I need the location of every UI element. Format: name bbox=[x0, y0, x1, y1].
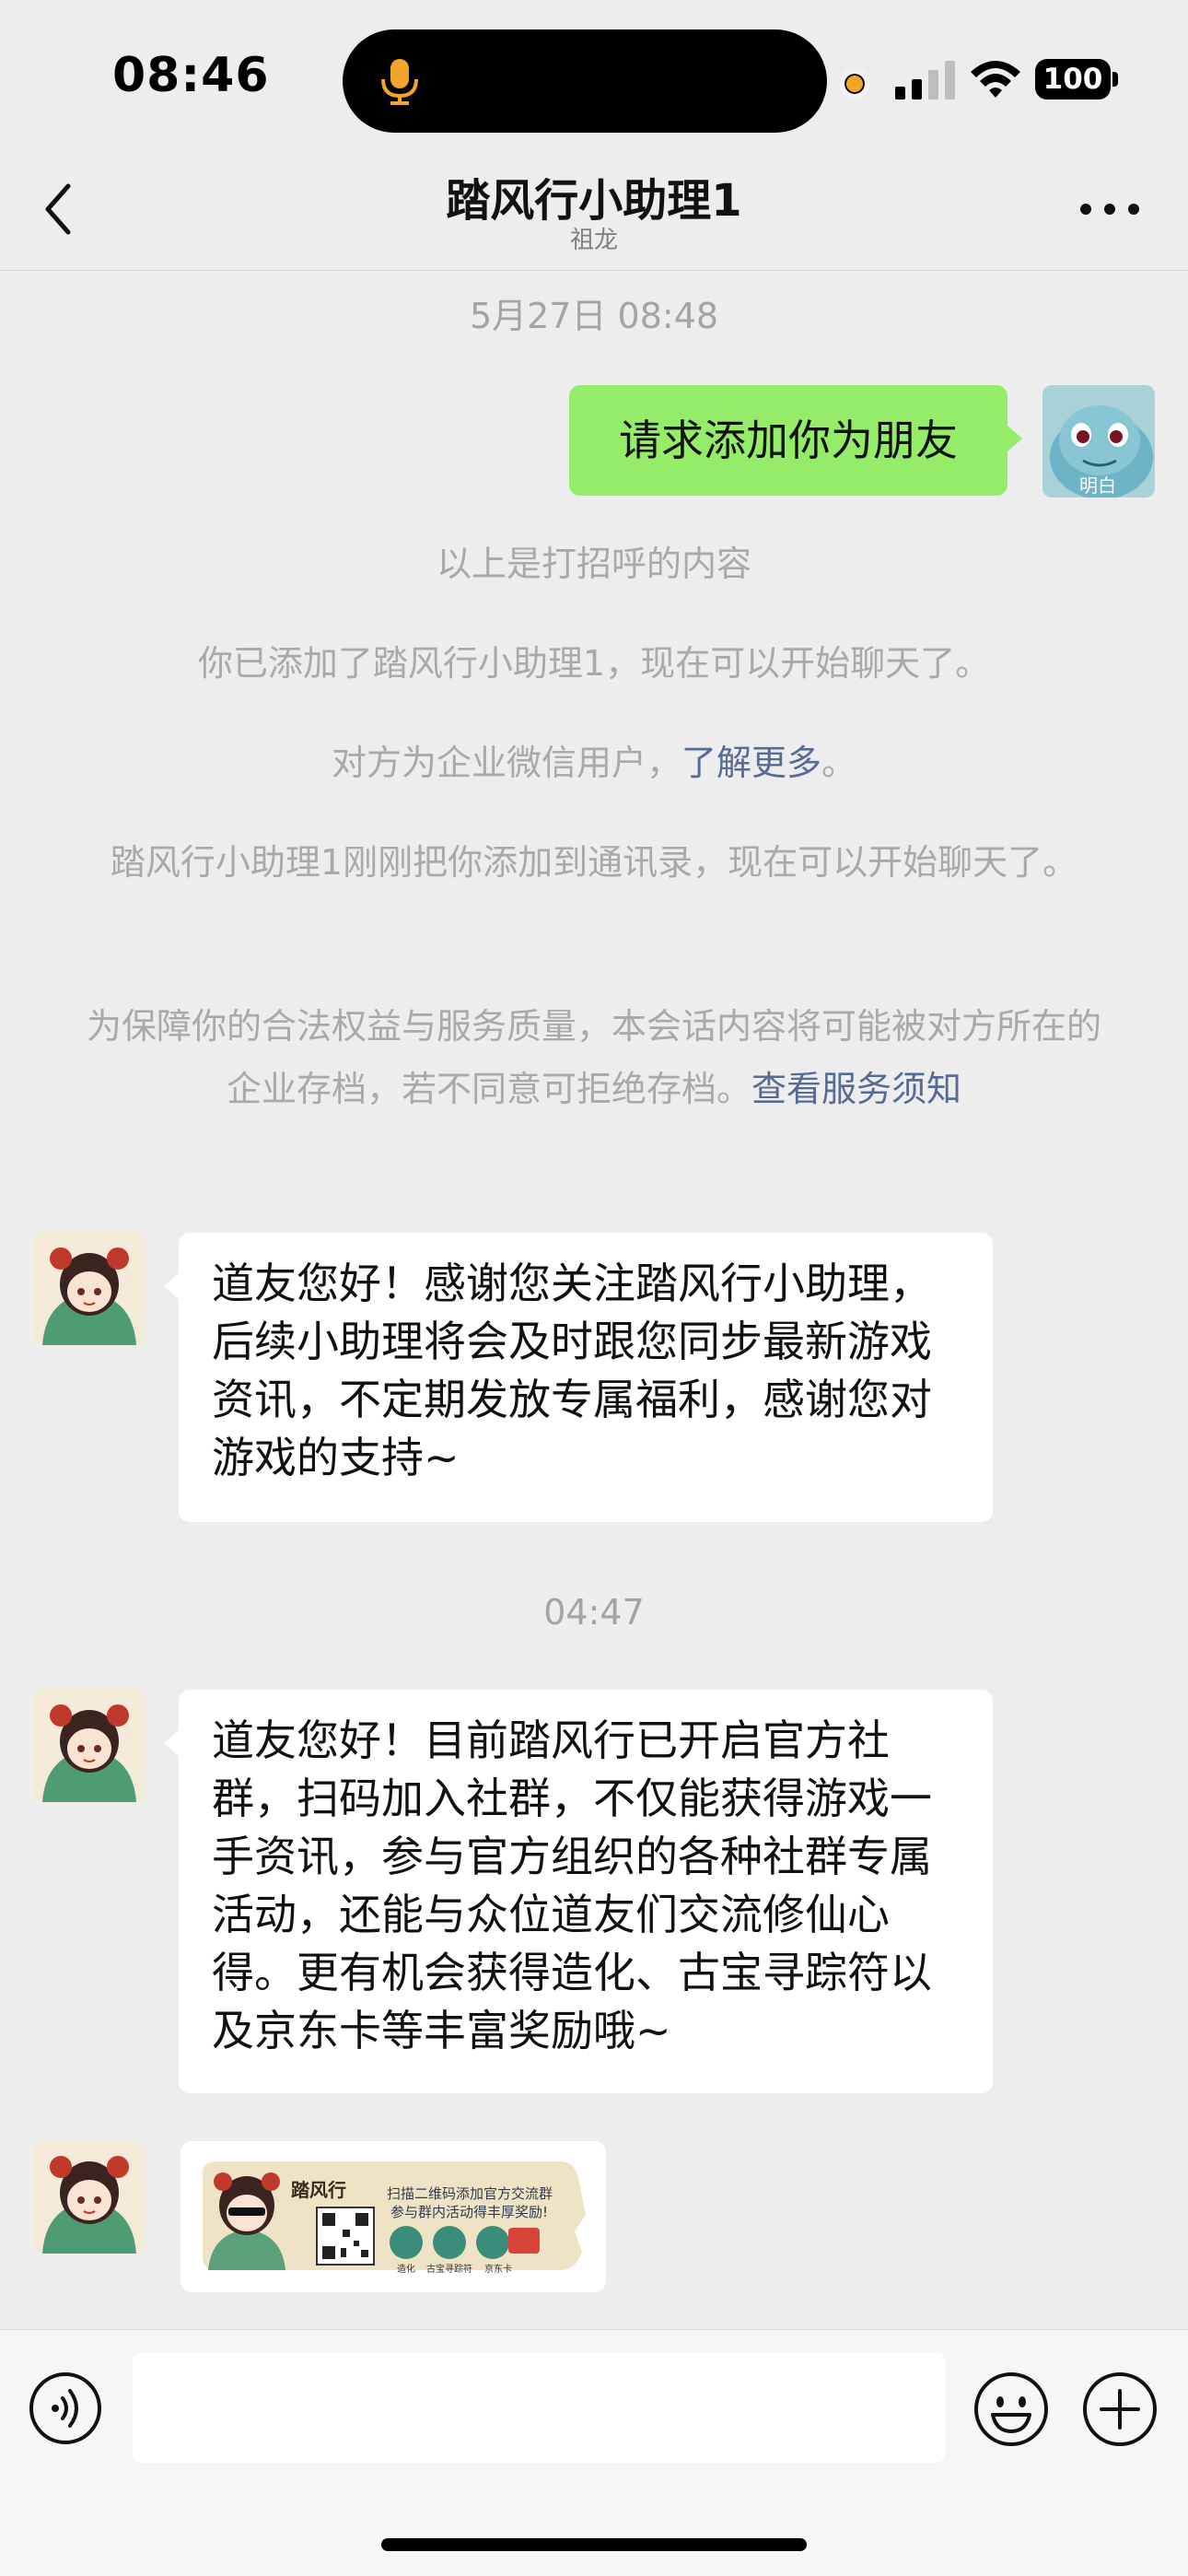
badge-3: 京东卡 bbox=[484, 2263, 512, 2275]
chat-screen: 08:46 100 踏风行小助理1 祖龙 5月27日 08:48 请求添加你为朋… bbox=[0, 0, 1188, 2576]
system-message-added: 你已添加了踏风行小助理1，现在可以开始聊天了。 bbox=[197, 643, 991, 684]
contact-avatar[interactable] bbox=[33, 2141, 146, 2254]
card-logo: 踏风行 bbox=[291, 2179, 346, 2201]
enterprise-text-end: 。 bbox=[821, 743, 857, 783]
microphone-icon bbox=[381, 59, 418, 105]
service-terms-link[interactable]: 查看服务须知 bbox=[751, 1069, 961, 1109]
chat-title: 踏风行小助理1 bbox=[446, 175, 742, 227]
my-avatar[interactable]: 明白 bbox=[1042, 385, 1155, 498]
qr-code bbox=[316, 2207, 375, 2266]
wifi-icon bbox=[971, 61, 1020, 98]
card-line-2: 参与群内活动得丰厚奖励! bbox=[390, 2204, 548, 2220]
outgoing-message-bubble[interactable]: 请求添加你为朋友 bbox=[569, 385, 1007, 496]
more-icon[interactable] bbox=[1077, 199, 1142, 219]
badge-1: 造化 bbox=[397, 2263, 415, 2275]
card-line-1: 扫描二维码添加官方交流群 bbox=[387, 2185, 553, 2202]
enterprise-text: 对方为企业微信用户， bbox=[331, 743, 681, 783]
message-timestamp: 04:47 bbox=[543, 1592, 645, 1633]
dynamic-island bbox=[343, 29, 827, 133]
bubble-tail bbox=[164, 1273, 179, 1299]
system-message-greeting: 以上是打招呼的内容 bbox=[436, 544, 751, 584]
bubble-tail bbox=[164, 1730, 179, 1756]
contact-avatar[interactable] bbox=[33, 1690, 146, 1802]
incoming-message-bubble[interactable]: 道友您好！目前踏风行已开启官方社群，扫码加入社群，不仅能获得游戏一手资讯，参与官… bbox=[179, 1690, 993, 2093]
plus-icon[interactable] bbox=[1081, 2371, 1159, 2448]
message-input[interactable] bbox=[133, 2352, 945, 2463]
learn-more-link[interactable]: 了解更多 bbox=[681, 743, 821, 783]
home-indicator bbox=[381, 2538, 807, 2551]
battery-tip bbox=[1112, 72, 1118, 87]
image-message[interactable]: 踏风行 扫描二维码添加官方交流群 参与群内活动得丰厚奖励! 造化 古宝寻踪符 京… bbox=[181, 2141, 606, 2292]
system-message-archive: 为保障你的合法权益与服务质量，本会话内容将可能被对方所在的企业存档，若不同意可拒… bbox=[83, 995, 1105, 1120]
badge-2: 古宝寻踪符 bbox=[426, 2263, 472, 2275]
battery-icon: 100 bbox=[1035, 59, 1118, 100]
bubble-tail bbox=[1007, 426, 1022, 451]
voice-icon[interactable] bbox=[28, 2371, 103, 2446]
emoji-icon[interactable] bbox=[973, 2371, 1050, 2448]
cellular-signal-icon bbox=[895, 61, 955, 100]
message-timestamp: 5月27日 08:48 bbox=[469, 296, 719, 336]
status-bar: 08:46 100 bbox=[0, 0, 1188, 147]
recording-dot bbox=[839, 68, 870, 100]
chat-subtitle: 祖龙 bbox=[569, 227, 618, 254]
chat-header: 踏风行小助理1 祖龙 bbox=[0, 147, 1188, 271]
input-bar bbox=[0, 2329, 1188, 2576]
battery-level: 100 bbox=[1035, 59, 1111, 100]
contact-avatar[interactable] bbox=[33, 1233, 146, 1345]
incoming-message-bubble[interactable]: 道友您好！感谢您关注踏风行小助理，后续小助理将会及时跟您同步最新游戏资讯，不定期… bbox=[179, 1233, 993, 1522]
system-message-contacts: 踏风行小助理1刚刚把你添加到通讯录，现在可以开始聊天了。 bbox=[110, 842, 1078, 883]
avatar-label: 明白 bbox=[1079, 474, 1116, 497]
status-time: 08:46 bbox=[112, 48, 270, 103]
system-message-enterprise: 对方为企业微信用户，了解更多。 bbox=[83, 732, 1105, 794]
